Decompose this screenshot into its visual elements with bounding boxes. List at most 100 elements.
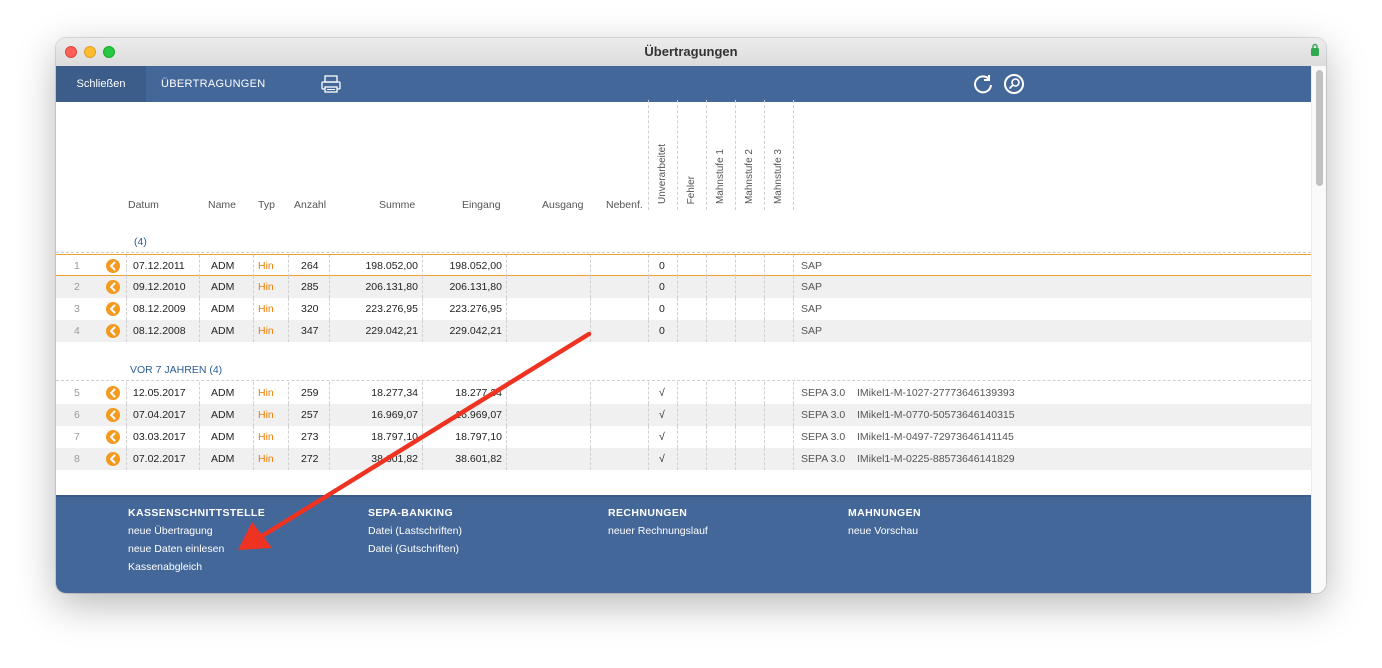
link-datei-gutschriften[interactable]: Datei (Gutschriften) (368, 543, 462, 555)
arrow-left-icon[interactable] (106, 386, 120, 400)
column-separator (199, 255, 200, 277)
column-separator (422, 404, 423, 426)
col-header-typ[interactable]: Typ (258, 199, 275, 211)
column-separator (253, 276, 254, 298)
close-button[interactable]: Schließen (56, 66, 146, 102)
printer-icon[interactable] (320, 74, 342, 94)
row-number: 1 (74, 260, 80, 272)
cell-reference: IMikel1-M-0497-72973646141145 (857, 431, 1014, 443)
column-separator (199, 382, 200, 404)
column-separator (648, 298, 649, 320)
link-kassenabgleich[interactable]: Kassenabgleich (128, 561, 265, 573)
arrow-left-icon[interactable] (106, 259, 120, 273)
cell-name: ADM (211, 260, 235, 272)
cell-datum: 07.12.2011 (133, 260, 185, 272)
column-separator (199, 404, 200, 426)
footer-kasse-title: KASSENSCHNITTSTELLE (128, 507, 266, 519)
refresh-icon[interactable] (972, 73, 994, 95)
cell-typ: Hin (258, 431, 274, 443)
column-separator (793, 382, 794, 404)
cell-summe: 16.969,07 (371, 409, 418, 421)
cell-eingang: 229.042,21 (449, 325, 502, 337)
column-separator (329, 320, 330, 342)
cell-datum: 08.12.2008 (133, 325, 186, 337)
col-header-unverarbeitet[interactable]: Unverarbeitet (648, 100, 677, 210)
column-separator (590, 255, 591, 277)
column-separator (422, 448, 423, 470)
cell-datum: 09.12.2010 (133, 281, 186, 293)
arrow-left-icon[interactable] (106, 324, 120, 338)
row-number: 6 (74, 409, 80, 421)
column-separator (506, 404, 507, 426)
footer-panel: KASSENSCHNITTSTELLE neue Übertragung neu… (56, 495, 1311, 593)
cell-summe: 229.042,21 (365, 325, 418, 337)
table-row[interactable]: 4 08.12.2008 ADM Hin 347 229.042,21 229.042,21… (56, 320, 1311, 342)
link-neue-daten-einlesen[interactable]: neue Daten einlesen (128, 543, 265, 555)
link-neue-vorschau[interactable]: neue Vorschau (848, 525, 921, 537)
cell-anzahl: 259 (301, 387, 319, 399)
col-header-anzahl[interactable]: Anzahl (294, 199, 326, 211)
column-separator (126, 404, 127, 426)
column-separator (706, 426, 707, 448)
col-header-mahnstufe2[interactable]: Mahnstufe 2 (735, 100, 764, 210)
column-separator (329, 382, 330, 404)
col-header-name[interactable]: Name (208, 199, 236, 211)
column-separator (764, 426, 765, 448)
link-neue-uebertragung[interactable]: neue Übertragung (128, 525, 265, 537)
arrow-left-icon[interactable] (106, 430, 120, 444)
cell-info: SAP (801, 260, 823, 272)
col-header-mahnstufe3[interactable]: Mahnstufe 3 (764, 100, 794, 210)
column-separator (288, 404, 289, 426)
tab-uebertragungen[interactable]: ÜBERTRAGUNGEN (161, 66, 266, 102)
col-header-nebenf[interactable]: Nebenf. (606, 199, 643, 211)
link-datei-lastschriften[interactable]: Datei (Lastschriften) (368, 525, 462, 537)
arrow-left-icon[interactable] (106, 452, 120, 466)
link-neuer-rechnungslauf[interactable]: neuer Rechnungslauf (608, 525, 708, 537)
column-separator (506, 320, 507, 342)
cell-unverarbeitet: 0 (659, 281, 665, 293)
vertical-scrollbar[interactable] (1311, 66, 1326, 593)
column-separator (706, 382, 707, 404)
col-header-eingang[interactable]: Eingang (462, 199, 501, 211)
scrollbar-thumb[interactable] (1316, 70, 1323, 186)
footer-rechnungen: RECHNUNGEN neuer Rechnungslauf (608, 507, 708, 543)
arrow-left-icon[interactable] (106, 280, 120, 294)
table-row[interactable]: 6 07.04.2017 ADM Hin 257 16.969,07 16.969,07 √ S… (56, 404, 1311, 426)
table-row[interactable]: 3 08.12.2009 ADM Hin 320 223.276,95 223.276,95… (56, 298, 1311, 320)
cell-typ: Hin (258, 303, 274, 315)
arrow-left-icon[interactable] (106, 302, 120, 316)
column-separator (706, 276, 707, 298)
table-row[interactable]: 5 12.05.2017 ADM Hin 259 18.277,34 18.277,34 √ S… (56, 382, 1311, 404)
column-separator (422, 320, 423, 342)
cell-summe: 38.601,82 (371, 453, 418, 465)
cell-datum: 12.05.2017 (133, 387, 186, 399)
table-row[interactable]: 2 09.12.2010 ADM Hin 285 206.131,80 206.131,80… (56, 276, 1311, 298)
column-separator (764, 404, 765, 426)
cell-datum: 08.12.2009 (133, 303, 186, 315)
table-row[interactable]: 7 03.03.2017 ADM Hin 273 18.797,10 18.797,10 √ S… (56, 426, 1311, 448)
col-header-fehler[interactable]: Fehler (677, 100, 706, 210)
cell-summe: 18.797,10 (371, 431, 418, 443)
cell-anzahl: 347 (301, 325, 319, 337)
cell-typ: Hin (258, 281, 274, 293)
column-separator (422, 426, 423, 448)
arrow-left-icon[interactable] (106, 408, 120, 422)
table-row[interactable]: 1 07.12.2011 ADM Hin 264 198.052,00 198.052,00… (56, 254, 1311, 277)
column-separator (422, 255, 423, 277)
column-separator (329, 298, 330, 320)
col-header-datum[interactable]: Datum (128, 199, 159, 211)
column-separator (288, 448, 289, 470)
column-separator (793, 426, 794, 448)
column-separator (648, 320, 649, 342)
cell-name: ADM (211, 409, 235, 421)
search-icon[interactable] (1003, 73, 1025, 95)
col-header-mahnstufe1[interactable]: Mahnstufe 1 (706, 100, 735, 210)
column-separator (735, 426, 736, 448)
col-header-summe[interactable]: Summe (379, 199, 415, 211)
col-header-ausgang[interactable]: Ausgang (542, 199, 583, 211)
column-separator (253, 255, 254, 277)
table-row[interactable]: 8 07.02.2017 ADM Hin 272 38.601,82 38.601,82 √ S… (56, 448, 1311, 470)
column-separator (199, 448, 200, 470)
column-separator (793, 448, 794, 470)
row-number: 8 (74, 453, 80, 465)
